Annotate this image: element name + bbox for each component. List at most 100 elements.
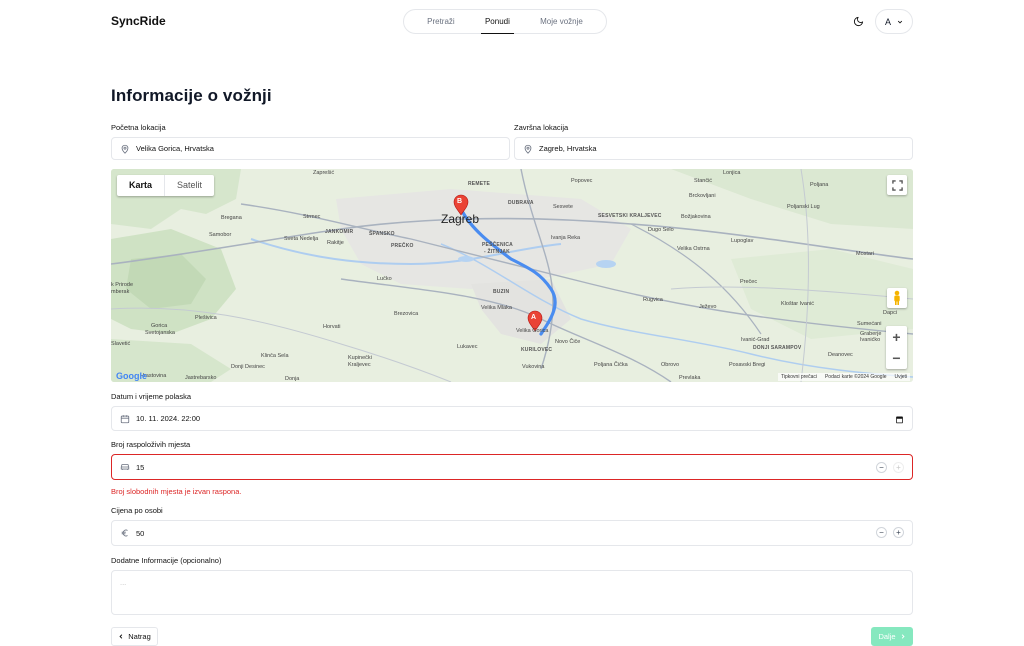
place-spansko: ŠPANSKO <box>369 231 395 237</box>
place-poljana: Poljana <box>810 182 829 188</box>
place-donji-desinec: Donji Desinec <box>231 364 265 370</box>
place-kurilovec: KURILOVEC <box>521 347 553 353</box>
datetime-label: Datum i vrijeme polaska <box>111 392 192 401</box>
map-pin-icon <box>524 144 532 154</box>
price-increment-button[interactable]: + <box>893 527 904 538</box>
place-ivanja-reka: Ivanja Reka <box>551 235 581 241</box>
place-mostari: Mostari <box>856 251 875 257</box>
place-ivanic-grad: Ivanić-Grad <box>741 337 770 343</box>
place-donji-sarampov: DONJI SARAMPOV <box>753 345 802 351</box>
place-rugvica: Rugvica <box>643 297 663 303</box>
seats-decrement-button[interactable]: − <box>876 462 887 473</box>
zoom-out-button[interactable]: − <box>886 347 907 368</box>
tab-ponudi[interactable]: Ponudi <box>480 9 514 34</box>
page-title: Informacije o vožnji <box>111 86 272 105</box>
seats-increment-button[interactable]: + <box>893 462 904 473</box>
map-pin-icon <box>121 144 129 154</box>
keyboard-shortcuts-link[interactable]: Tipkovni prečaci <box>781 374 817 380</box>
chevron-down-icon <box>897 20 903 24</box>
place-klinca-sela: Klinča Sela <box>261 353 289 359</box>
place-park-prirode: k Prirode <box>111 282 134 288</box>
notes-label: Dodatne Informacije (opcionalno) <box>111 556 222 565</box>
chevron-right-icon <box>901 634 905 639</box>
zoom-in-button[interactable]: + <box>886 326 907 347</box>
place-poljanski-lug: Poljanski Lug <box>787 204 820 210</box>
place-jezevo: Ježevo <box>699 304 717 310</box>
place-svetojanska: Svetojanska <box>145 330 175 336</box>
place-precko: PREČKO <box>391 243 414 249</box>
price-input[interactable]: 50 <box>111 520 913 546</box>
place-novo-cice: Novo Čiče <box>555 339 581 345</box>
datetime-value: 10. 11. 2024. 22:00 <box>136 414 201 423</box>
place-obrovo: Obrovo <box>661 362 680 368</box>
place-slavetic: Slavetić <box>111 341 131 347</box>
place-posavski-bregi: Posavski Bregi <box>729 362 766 368</box>
notes-textarea[interactable]: ... <box>111 570 913 615</box>
place-brckovljani: Brckovljani <box>689 193 716 199</box>
main-nav: Pretraži Ponudi Moje vožnje <box>403 9 607 34</box>
map-type-map[interactable]: Karta <box>117 175 166 196</box>
terms-link[interactable]: Uvjeti <box>894 374 907 380</box>
place-bozjakovina: Božjakovina <box>681 214 711 220</box>
seat-icon <box>120 464 130 470</box>
place-gorica: Gorica <box>151 323 168 329</box>
map-data-text: Podaci karte ©2024 Google <box>824 374 887 380</box>
moon-icon[interactable] <box>853 16 864 27</box>
place-klostar-ivanic: Kloštar Ivanić <box>781 301 815 307</box>
place-precec: Prečec <box>740 279 758 285</box>
place-prevlaka: Prevlaka <box>679 375 701 381</box>
marker-a-letter: A <box>531 314 537 321</box>
seats-input[interactable]: 15 <box>111 454 913 480</box>
place-kupinecki: Kupinečki <box>348 355 372 361</box>
start-location-input[interactable]: Velika Gorica, Hrvatska <box>111 137 510 160</box>
marker-b-letter: B <box>457 198 463 205</box>
place-sumecani: Sumećani <box>857 321 882 327</box>
start-location-value: Velika Gorica, Hrvatska <box>136 144 214 153</box>
fullscreen-icon <box>891 179 903 191</box>
seats-stepper: − + <box>876 462 904 473</box>
place-dugo-selo: Dugo Selo <box>648 227 674 233</box>
place-popovec: Popovec <box>571 178 593 184</box>
place-velika-gorica: Velika Gorica <box>516 328 549 334</box>
user-menu-button[interactable]: A <box>875 9 913 34</box>
price-label: Cijena po osobi <box>111 506 163 515</box>
route-map[interactable]: B A Zagreb PEŠČENICA - ŽITNJAK Velika Go… <box>111 169 913 382</box>
place-ivanicko: Ivanićko <box>860 337 881 343</box>
chevron-left-icon <box>119 634 123 639</box>
place-jastrebarsko: Jastrebarsko <box>185 375 217 381</box>
place-brezovica: Brezovica <box>394 311 419 317</box>
place-horvati: Horvati <box>323 324 341 330</box>
place-remete: REMETE <box>468 181 491 187</box>
place-plesivica: Plešivica <box>195 315 217 321</box>
place-zagreb: Zagreb <box>441 212 480 226</box>
price-decrement-button[interactable]: − <box>876 527 887 538</box>
zoom-controls: + − <box>886 326 907 369</box>
place-rakitje: Rakitje <box>327 240 344 246</box>
tab-pretrazi[interactable]: Pretraži <box>423 9 459 34</box>
place-sveta-nedelja: Sveta Nedelja <box>284 236 319 242</box>
place-samobor: Samobor <box>209 232 232 238</box>
end-location-input[interactable]: Zagreb, Hrvatska <box>514 137 913 160</box>
app-logo[interactable]: SyncRide <box>111 14 166 28</box>
fullscreen-button[interactable] <box>887 175 907 195</box>
map-type-satellite[interactable]: Satelit <box>165 175 214 196</box>
place-sesvete: Sesvete <box>553 204 573 210</box>
back-button[interactable]: Natrag <box>111 627 158 646</box>
place-zapresic: Zaprešić <box>313 170 335 176</box>
street-view-button[interactable] <box>887 288 907 308</box>
place-lucko: Lučko <box>377 276 392 282</box>
place-dapci: Dapci <box>883 310 898 316</box>
map-attribution: Tipkovni prečaci Podaci karte ©2024 Goog… <box>778 373 910 381</box>
app-header: SyncRide Pretraži Ponudi Moje vožnje A <box>0 0 1024 42</box>
calendar-picker-icon[interactable] <box>895 415 904 424</box>
tab-moje-voznje[interactable]: Moje vožnje <box>536 9 587 34</box>
place-dubrava: DUBRAVA <box>508 200 534 206</box>
seats-label: Broj raspoloživih mjesta <box>111 440 191 449</box>
place-buzin: BUZIN <box>493 289 510 295</box>
pegman-icon <box>894 290 900 305</box>
datetime-input[interactable]: 10. 11. 2024. 22:00 <box>111 406 913 431</box>
next-button[interactable]: Dalje <box>871 627 913 646</box>
place-umberak: mberak <box>111 289 130 295</box>
google-logo[interactable]: Google <box>116 371 147 381</box>
place-bregana: Bregana <box>221 215 242 221</box>
